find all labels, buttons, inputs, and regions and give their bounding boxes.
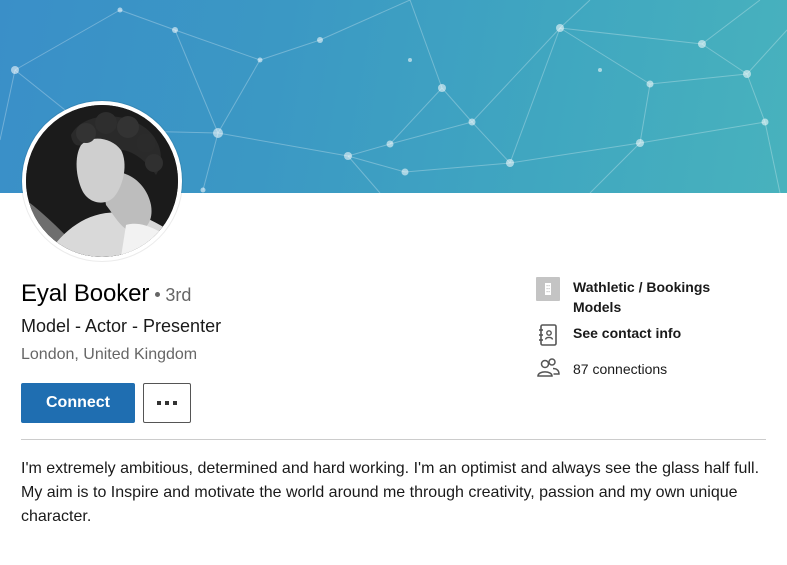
- current-company[interactable]: Wathletic / Bookings Models: [536, 277, 743, 317]
- connect-button[interactable]: Connect: [21, 383, 135, 423]
- people-icon: [537, 358, 560, 377]
- bullet-dot: [155, 292, 161, 297]
- ellipsis-icon: [165, 401, 169, 405]
- profile-name: Eyal Booker: [21, 280, 150, 307]
- name-row: Eyal Booker 3rd: [21, 280, 191, 310]
- connections-count[interactable]: 87 connections: [536, 356, 667, 380]
- ellipsis-icon: [157, 401, 161, 405]
- avatar-image: [26, 105, 178, 257]
- building-icon: [536, 277, 560, 301]
- profile-headline: Model - Actor - Presenter: [21, 316, 222, 336]
- profile-photo[interactable]: [26, 105, 178, 257]
- profile-page: Eyal Booker 3rd Model - Actor - Presente…: [0, 0, 787, 565]
- degree-label: 3rd: [165, 285, 192, 305]
- profile-location: London, United Kingdom: [21, 346, 198, 363]
- profile-summary: I'm extremely ambitious, determined and …: [21, 460, 760, 525]
- contact-card-icon: [539, 324, 557, 346]
- contact-info-label: See contact info: [573, 325, 682, 341]
- contact-info-link[interactable]: See contact info: [536, 323, 681, 347]
- section-divider: [21, 439, 766, 440]
- more-actions-button[interactable]: [143, 383, 191, 423]
- profile-photo-frame: [22, 101, 182, 261]
- connections-label: 87 connections: [573, 361, 668, 377]
- ellipsis-icon: [173, 401, 177, 405]
- connection-degree: 3rd: [155, 285, 191, 306]
- company-name: Wathletic / Bookings Models: [573, 279, 711, 315]
